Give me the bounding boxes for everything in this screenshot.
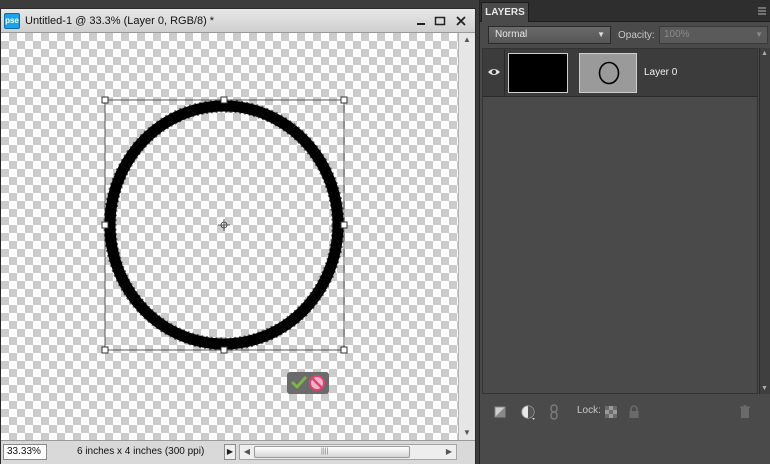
layer-mask-thumbnail[interactable] <box>508 53 568 93</box>
adjustment-layer-icon[interactable] <box>520 404 536 420</box>
circle-thumbnail-icon <box>598 61 620 85</box>
scroll-up-icon[interactable]: ▲ <box>461 35 473 45</box>
horizontal-scroll-thumb[interactable]: |||| <box>254 446 410 458</box>
layers-panel-footer: Lock: <box>480 396 770 426</box>
handle-bottom-right[interactable] <box>340 346 348 354</box>
layer-name[interactable]: Layer 0 <box>644 67 677 78</box>
opacity-field[interactable]: 100% ▼ <box>659 26 768 44</box>
reference-point-icon[interactable] <box>218 219 230 231</box>
opacity-label: Opacity: <box>618 30 655 41</box>
pse-logo-icon: pse <box>4 13 20 29</box>
handle-right[interactable] <box>340 221 348 229</box>
lock-icon[interactable] <box>626 404 642 420</box>
handle-top[interactable] <box>220 96 228 104</box>
handle-top-left[interactable] <box>101 96 109 104</box>
document-window: pse Untitled-1 @ 33.3% (Layer 0, RGB/8) … <box>0 8 476 464</box>
layers-panel: LAYERS Normal ▼ Opacity: 100% ▼ Layer 0 … <box>479 0 770 464</box>
close-button[interactable] <box>453 13 469 29</box>
chevron-down-icon: ▼ <box>755 30 763 39</box>
handle-top-right[interactable] <box>340 96 348 104</box>
scroll-down-icon[interactable]: ▼ <box>761 385 768 392</box>
check-icon[interactable] <box>290 374 308 392</box>
vertical-scrollbar[interactable]: ▲ ▼ <box>458 33 475 440</box>
handle-bottom-left[interactable] <box>101 346 109 354</box>
lock-label: Lock: <box>577 405 601 416</box>
maximize-icon <box>434 16 446 26</box>
blend-mode-select[interactable]: Normal ▼ <box>488 26 611 44</box>
handle-bottom[interactable] <box>220 346 228 354</box>
trash-icon[interactable] <box>737 404 753 420</box>
transform-commit-controls <box>287 372 329 394</box>
canvas[interactable] <box>1 33 458 440</box>
status-bar: 33.33% 6 inches x 4 inches (300 ppi) ▶ ◀… <box>1 440 475 464</box>
scroll-grip-icon: |||| <box>321 448 329 455</box>
opacity-value: 100% <box>664 29 690 40</box>
scroll-right-icon[interactable]: ▶ <box>443 446 455 458</box>
minimize-button[interactable] <box>413 13 429 29</box>
minimize-icon <box>417 23 425 25</box>
layers-list: Layer 0 <box>482 48 758 394</box>
layer-options-row: Normal ▼ Opacity: 100% ▼ <box>480 22 770 48</box>
status-menu-arrow-icon[interactable]: ▶ <box>224 444 236 460</box>
close-icon <box>456 16 466 26</box>
visibility-toggle[interactable] <box>483 49 505 97</box>
scroll-left-icon[interactable]: ◀ <box>241 446 253 458</box>
scroll-down-icon[interactable]: ▼ <box>461 428 473 438</box>
panel-header: LAYERS <box>480 0 770 22</box>
layer-thumbnail[interactable] <box>579 53 637 93</box>
blend-mode-value: Normal <box>495 29 528 40</box>
eye-icon <box>488 69 500 75</box>
cancel-icon[interactable] <box>308 374 326 392</box>
new-layer-icon[interactable] <box>492 404 508 420</box>
handle-left[interactable] <box>101 221 109 229</box>
document-title-bar[interactable]: pse Untitled-1 @ 33.3% (Layer 0, RGB/8) … <box>1 9 475 33</box>
chevron-down-icon: ▼ <box>597 30 605 39</box>
layers-scrollbar[interactable]: ▲ ▼ <box>759 48 770 394</box>
lock-transparency-icon[interactable] <box>603 404 619 420</box>
panel-menu-icon[interactable] <box>757 6 767 16</box>
document-size-info: 6 inches x 4 inches (300 ppi) <box>77 446 205 457</box>
zoom-field[interactable]: 33.33% <box>3 444 47 460</box>
horizontal-scrollbar[interactable]: ◀ |||| ▶ <box>239 444 457 460</box>
document-title: Untitled-1 @ 33.3% (Layer 0, RGB/8) * <box>25 15 215 27</box>
canvas-artwork <box>101 96 348 354</box>
layer-row[interactable]: Layer 0 <box>483 49 757 97</box>
link-icon[interactable] <box>546 404 562 420</box>
scroll-up-icon[interactable]: ▲ <box>761 50 768 57</box>
tab-layers[interactable]: LAYERS <box>481 2 529 22</box>
maximize-button[interactable] <box>432 13 448 29</box>
